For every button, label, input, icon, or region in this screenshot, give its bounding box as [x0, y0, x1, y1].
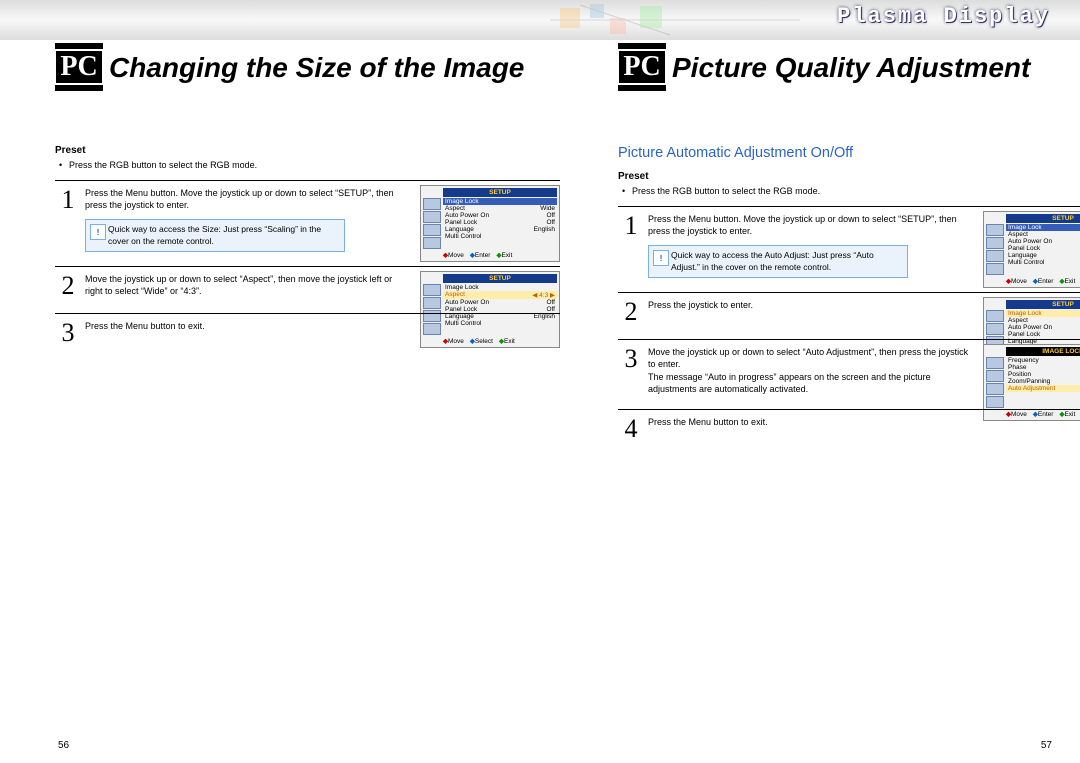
osd-menu: Image LockAspectWideAuto Power OnOffPane… — [441, 198, 557, 249]
pc-badge-left: PC — [55, 43, 103, 91]
step: 3 Press the Menu button to exit. — [55, 313, 560, 360]
osd-row: Frequency — [1006, 357, 1080, 364]
preset-label: Preset — [618, 171, 1080, 182]
osd-title: SETUP — [1006, 214, 1080, 223]
pc-badge-right: PC — [618, 43, 666, 91]
osd-row: Multi Control — [1006, 259, 1080, 266]
osd-row: LanguageEnglish — [1006, 252, 1080, 259]
osd-row: Panel LockOff — [1006, 331, 1080, 338]
osd-icon-col — [986, 224, 1004, 275]
step-number: 3 — [55, 320, 81, 346]
osd-screenshot: SETUP Image LockAspectWideAuto Power OnO… — [983, 211, 1080, 288]
osd-row: Auto Power OnOff — [443, 212, 557, 219]
tip-box: Quick way to access the Auto Adjust: Jus… — [648, 245, 908, 278]
osd-row: AspectWide — [443, 205, 557, 212]
osd-title: SETUP — [443, 274, 557, 283]
header-decor — [550, 0, 800, 40]
page-number-left: 56 — [58, 740, 69, 751]
page-number-right: 57 — [1041, 740, 1052, 751]
step-number: 4 — [618, 416, 644, 442]
tip-box: Quick way to access the Size: Just press… — [85, 219, 345, 252]
right-page: PC Picture Quality Adjustment Picture Au… — [618, 40, 1080, 456]
brand-text: Plasma Display — [837, 4, 1050, 29]
osd-row: LanguageEnglish — [443, 226, 557, 233]
osd-row: Image Lock — [443, 198, 557, 205]
left-page: PC Changing the Size of the Image Preset… — [55, 40, 560, 360]
step-number: 3 — [618, 346, 644, 395]
page-title-right: Picture Quality Adjustment — [672, 40, 1030, 95]
header-bar: Plasma Display — [0, 0, 1080, 40]
step: 2 Press the joystick to enter. SETUP Ima… — [618, 292, 1080, 339]
osd-row: Panel LockOff — [443, 306, 557, 313]
osd-icon-col — [986, 357, 1004, 408]
osd-row: Auto Adjustment — [1006, 385, 1080, 392]
osd-row: Panel LockOff — [443, 219, 557, 226]
osd-menu: Image LockAspectWideAuto Power OnOffPane… — [1004, 224, 1080, 275]
step: 4 Press the Menu button to exit. — [618, 409, 1080, 456]
step-text: Press the Menu button to exit. — [648, 416, 1080, 442]
step-number: 2 — [55, 273, 81, 299]
osd-row: Aspect◀ 4:3 ▶ — [443, 291, 557, 299]
step: 2 Move the joystick up or down to select… — [55, 266, 560, 313]
step-number: 2 — [618, 299, 644, 325]
osd-row: Auto Power OnOff — [1006, 238, 1080, 245]
osd-title: IMAGE LOCK — [1006, 347, 1080, 356]
osd-row: Image Lock — [1006, 224, 1080, 231]
osd-screenshot: SETUP Image LockAspectWideAuto Power OnO… — [420, 185, 560, 262]
preset-text: Press the RGB button to select the RGB m… — [69, 160, 560, 170]
osd-icon-col — [423, 198, 441, 249]
osd-row: Auto Power OnOff — [1006, 324, 1080, 331]
osd-row: Panel LockOff — [1006, 245, 1080, 252]
osd-row: Multi Control — [443, 233, 557, 240]
osd-row: Zoom/Panning — [1006, 378, 1080, 385]
step-number: 1 — [618, 213, 644, 278]
osd-title: SETUP — [1006, 300, 1080, 309]
preset-label: Preset — [55, 145, 560, 156]
osd-footer: ◆Move◆Enter◆Exit — [443, 251, 557, 259]
preset-text: Press the RGB button to select the RGB m… — [632, 186, 1080, 196]
osd-menu: FrequencyPhasePositionZoom/PanningAuto A… — [1004, 357, 1080, 408]
osd-row: Auto Power OnOff — [443, 299, 557, 306]
step-number: 1 — [55, 187, 81, 252]
step: 1 Press the Menu button. Move the joysti… — [55, 180, 560, 266]
osd-row: Image Lock — [443, 284, 557, 291]
page-title-left: Changing the Size of the Image — [109, 40, 524, 95]
osd-footer: ◆Move◆Enter◆Exit — [1006, 277, 1080, 285]
osd-title: SETUP — [443, 188, 557, 197]
section-subheading: Picture Automatic Adjustment On/Off — [618, 145, 1080, 161]
step: 1 Press the Menu button. Move the joysti… — [618, 206, 1080, 292]
osd-row: Phase — [1006, 364, 1080, 371]
osd-row: Position — [1006, 371, 1080, 378]
osd-row: AspectWide — [1006, 231, 1080, 238]
osd-row: AspectWide — [1006, 317, 1080, 324]
osd-row: Image Lock — [1006, 310, 1080, 317]
step-text: Press the Menu button to exit. — [85, 320, 560, 346]
step: 3 Move the joystick up or down to select… — [618, 339, 1080, 409]
